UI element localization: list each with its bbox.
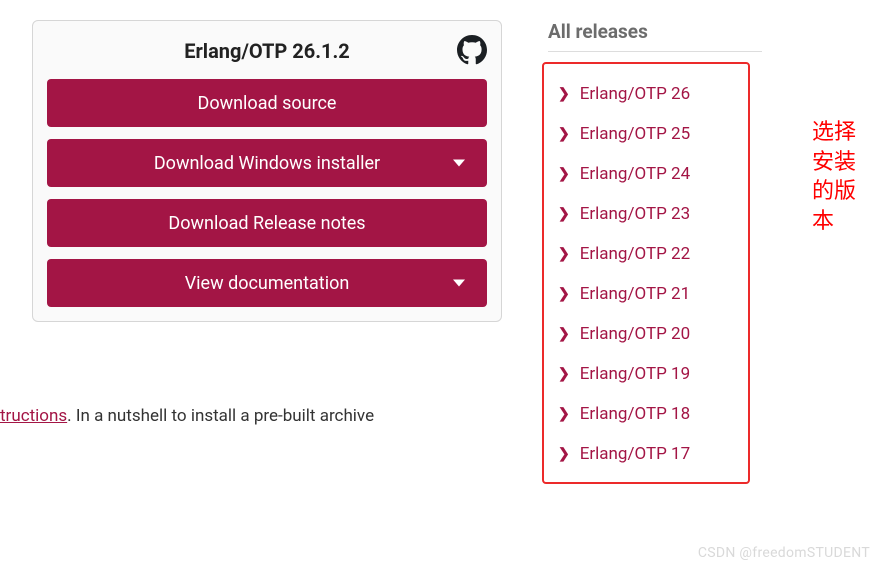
- all-releases-heading: All releases: [548, 20, 762, 52]
- download-card: Erlang/OTP 26.1.2 Download source Downlo…: [32, 20, 502, 322]
- chevron-right-icon: ❯: [558, 367, 570, 381]
- release-label: Erlang/OTP 24: [580, 164, 690, 184]
- button-label: View documentation: [185, 273, 350, 294]
- chevron-right-icon: ❯: [558, 87, 570, 101]
- release-item[interactable]: ❯ Erlang/OTP 17: [550, 434, 742, 474]
- button-label: Download Windows installer: [154, 153, 380, 174]
- chevron-right-icon: ❯: [558, 207, 570, 221]
- chevron-right-icon: ❯: [558, 327, 570, 341]
- chevron-right-icon: ❯: [558, 167, 570, 181]
- watermark: CSDN @freedomSTUDENT: [698, 545, 870, 561]
- instructions-tail: . In a nutshell to install a pre-built a…: [67, 406, 374, 426]
- release-label: Erlang/OTP 26: [580, 84, 690, 104]
- download-release-notes-button[interactable]: Download Release notes: [47, 199, 487, 247]
- release-item[interactable]: ❯ Erlang/OTP 18: [550, 394, 742, 434]
- chevron-right-icon: ❯: [558, 127, 570, 141]
- releases-list: ❯ Erlang/OTP 26 ❯ Erlang/OTP 25 ❯ Erlang…: [542, 62, 750, 484]
- release-label: Erlang/OTP 25: [580, 124, 690, 144]
- chevron-right-icon: ❯: [558, 447, 570, 461]
- download-source-button[interactable]: Download source: [47, 79, 487, 127]
- release-label: Erlang/OTP 22: [580, 244, 690, 264]
- release-label: Erlang/OTP 23: [580, 204, 690, 224]
- release-item[interactable]: ❯ Erlang/OTP 24: [550, 154, 742, 194]
- button-label: Download source: [198, 93, 337, 114]
- card-header: Erlang/OTP 26.1.2: [37, 25, 497, 79]
- chevron-right-icon: ❯: [558, 407, 570, 421]
- download-windows-button[interactable]: Download Windows installer: [47, 139, 487, 187]
- release-label: Erlang/OTP 18: [580, 404, 690, 424]
- card-title: Erlang/OTP 26.1.2: [184, 39, 350, 63]
- instructions-link[interactable]: tructions: [0, 406, 67, 426]
- chevron-down-icon: [453, 160, 465, 167]
- release-item[interactable]: ❯ Erlang/OTP 21: [550, 274, 742, 314]
- release-label: Erlang/OTP 20: [580, 324, 690, 344]
- release-item[interactable]: ❯ Erlang/OTP 25: [550, 114, 742, 154]
- release-item[interactable]: ❯ Erlang/OTP 26: [550, 74, 742, 114]
- chevron-right-icon: ❯: [558, 247, 570, 261]
- github-icon[interactable]: [457, 35, 487, 65]
- button-label: Download Release notes: [168, 213, 365, 234]
- chevron-down-icon: [453, 280, 465, 287]
- release-label: Erlang/OTP 17: [580, 444, 690, 464]
- view-documentation-button[interactable]: View documentation: [47, 259, 487, 307]
- release-label: Erlang/OTP 21: [580, 284, 690, 304]
- instructions-text: tructions. In a nutshell to install a pr…: [0, 406, 502, 426]
- release-item[interactable]: ❯ Erlang/OTP 23: [550, 194, 742, 234]
- release-label: Erlang/OTP 19: [580, 364, 690, 384]
- release-item[interactable]: ❯ Erlang/OTP 19: [550, 354, 742, 394]
- release-item[interactable]: ❯ Erlang/OTP 22: [550, 234, 742, 274]
- release-item[interactable]: ❯ Erlang/OTP 20: [550, 314, 742, 354]
- chevron-right-icon: ❯: [558, 287, 570, 301]
- annotation-label: 选择安装的版本: [812, 118, 864, 237]
